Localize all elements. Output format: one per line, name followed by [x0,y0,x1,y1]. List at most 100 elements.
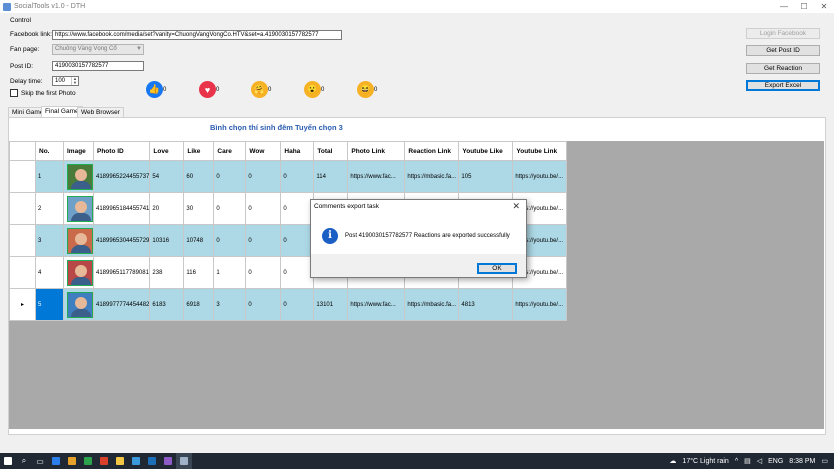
table-row[interactable]: 1 4189965224455737 54 60 0 0 0 114 https://www.f… [9,160,568,193]
start-icon[interactable] [0,453,16,469]
row-header[interactable]: ▸ [9,288,36,321]
cell-photo-id[interactable]: 4189965184455741 [92,192,151,225]
cell-no[interactable]: 5 [35,288,64,321]
weather-status[interactable]: 17°C Light rain [682,458,728,465]
dialog-close-icon[interactable]: ✕ [512,201,520,212]
cell-love[interactable]: 238 [149,256,185,289]
facebook-link-input[interactable]: https://www.facebook.com/media/set?vanit… [52,30,342,40]
cell-love[interactable]: 6183 [149,288,185,321]
table-row[interactable]: ▸ 5 4189977774454482 6183 6918 3 0 0 13101 https:… [9,288,568,321]
photo-thumbnail-cell[interactable] [63,160,94,193]
cell-care[interactable]: 0 [213,160,247,193]
cell-reaction-link[interactable]: https://mbasic.fa... [404,160,460,193]
notifications-icon[interactable]: ▭ [821,457,828,465]
app-icon-5[interactable] [112,453,128,469]
cell-like[interactable]: 30 [183,192,215,225]
row-header[interactable] [9,192,36,225]
cell-care[interactable]: 0 [213,224,247,257]
cell-youtube-like[interactable]: 105 [458,160,514,193]
cell-like[interactable]: 6918 [183,288,215,321]
photo-thumbnail-cell[interactable] [63,288,94,321]
export-excel-button[interactable]: Export Excel [746,80,820,91]
cell-haha[interactable]: 0 [280,288,315,321]
cell-photo-link[interactable]: https://www.fac... [347,160,406,193]
stepper-arrows-icon[interactable]: ▲ ▼ [71,77,78,85]
search-icon[interactable]: ⌕ [16,453,32,469]
row-header[interactable] [9,224,36,257]
cell-wow[interactable]: 0 [245,288,282,321]
volume-icon[interactable]: ◁ [757,457,762,465]
cell-haha[interactable]: 0 [280,224,315,257]
app-icon-7[interactable] [144,453,160,469]
cell-reaction-link[interactable]: https://mbasic.fa... [404,288,460,321]
login-facebook-button[interactable]: Login Facebook [746,28,820,39]
cell-youtube-link[interactable]: https://youtu.be/... [512,288,568,321]
tray-overflow-icon[interactable]: ^ [735,458,738,465]
cell-like[interactable]: 60 [183,160,215,193]
row-header[interactable] [9,256,36,289]
app-icon-6[interactable] [128,453,144,469]
column-header[interactable]: No. [35,141,64,161]
cell-care[interactable]: 3 [213,288,247,321]
cell-haha[interactable]: 0 [280,256,315,289]
cell-youtube-link[interactable]: https://youtu.be/... [512,160,568,193]
cell-photo-link[interactable]: https://www.fac... [347,288,406,321]
cell-no[interactable]: 2 [35,192,64,225]
app-icon-2[interactable] [64,453,80,469]
column-header[interactable]: Wow [245,141,282,161]
app-icon-9[interactable] [176,453,192,469]
cell-like[interactable]: 116 [183,256,215,289]
get-post-id-button[interactable]: Get Post ID [746,45,820,56]
minimize-button[interactable]: — [774,0,794,13]
cell-wow[interactable]: 0 [245,192,282,225]
column-header[interactable]: Reaction Link [404,141,460,161]
app-icon-8[interactable] [160,453,176,469]
cell-youtube-like[interactable]: 4813 [458,288,514,321]
photo-thumbnail-cell[interactable] [63,224,94,257]
column-header[interactable]: Youtube Like [458,141,514,161]
ok-button[interactable]: OK [477,263,517,274]
column-header[interactable]: Photo ID [92,141,151,161]
cell-haha[interactable]: 0 [280,192,315,225]
cell-love[interactable]: 10316 [149,224,185,257]
cell-love[interactable]: 20 [149,192,185,225]
cell-total[interactable]: 114 [313,160,349,193]
row-header[interactable] [9,160,36,193]
column-header[interactable]: Youtube Link [512,141,568,161]
cell-photo-id[interactable]: 4189977774454482 [92,288,151,321]
column-header[interactable]: Haha [280,141,315,161]
cell-total[interactable]: 13101 [313,288,349,321]
column-header[interactable]: Love [149,141,185,161]
column-header[interactable]: Like [183,141,215,161]
get-reaction-button[interactable]: Get Reaction [746,63,820,74]
cell-wow[interactable]: 0 [245,256,282,289]
network-icon[interactable]: ▤ [744,457,751,465]
cell-photo-id[interactable]: 4189965117789081 [92,256,151,289]
cell-no[interactable]: 4 [35,256,64,289]
cell-love[interactable]: 54 [149,160,185,193]
cell-haha[interactable]: 0 [280,160,315,193]
cell-no[interactable]: 3 [35,224,64,257]
app-icon-4[interactable] [96,453,112,469]
skip-first-photo-checkbox[interactable] [10,89,18,97]
weather-icon[interactable]: ☁ [669,457,676,465]
column-header[interactable]: Image [63,141,94,161]
cell-no[interactable]: 1 [35,160,64,193]
delay-time-stepper[interactable]: 100 ▲ ▼ [52,76,79,86]
cell-like[interactable]: 10748 [183,224,215,257]
app-icon-1[interactable] [48,453,64,469]
photo-thumbnail-cell[interactable] [63,192,94,225]
clock[interactable]: 8:38 PM [789,458,815,465]
post-id-input[interactable]: 4190030157782577 [52,61,144,71]
cell-wow[interactable]: 0 [245,160,282,193]
language-indicator[interactable]: ENG [768,458,783,465]
close-button[interactable]: ✕ [814,0,834,13]
cell-care[interactable]: 0 [213,192,247,225]
photo-thumbnail-cell[interactable] [63,256,94,289]
column-header[interactable]: Care [213,141,247,161]
maximize-button[interactable]: ☐ [794,0,814,13]
column-header[interactable]: Photo Link [347,141,406,161]
cell-care[interactable]: 1 [213,256,247,289]
app-icon-3[interactable] [80,453,96,469]
column-header[interactable]: Total [313,141,349,161]
